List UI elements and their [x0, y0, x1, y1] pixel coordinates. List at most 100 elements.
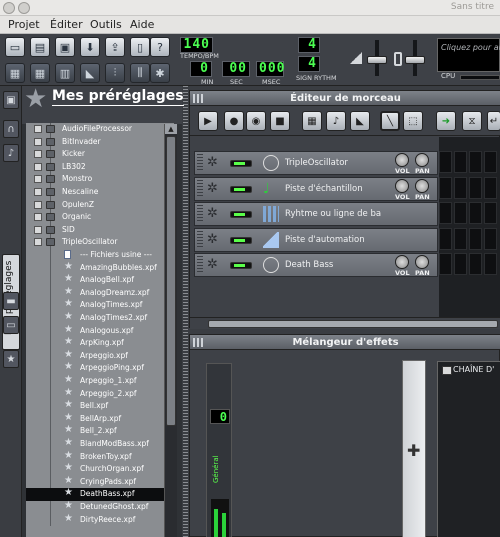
preset-file-item[interactable]: ★ DirtyReece.xpf [26, 513, 174, 527]
folder-item[interactable]: Nescaline [26, 186, 174, 199]
save-project-icon[interactable]: ⬇ [80, 37, 100, 57]
mixer-icon[interactable]: ⫶ [105, 63, 125, 83]
preset-file-item[interactable]: ★ BellArp.xpf [26, 412, 174, 426]
volume-knob[interactable] [395, 153, 409, 167]
controller-rack-icon[interactable]: ⫼ [130, 63, 150, 83]
track-row[interactable]: ✲ Ryhtme ou ligne de ba [194, 202, 438, 226]
home-folder-icon[interactable]: ▬ [3, 292, 19, 310]
preset-file-item[interactable]: ★ CryingPads.xpf [26, 475, 174, 489]
help-icon[interactable]: ? [150, 37, 170, 57]
pattern-cell[interactable] [439, 253, 452, 275]
preset-file-item[interactable]: ★ Arpeggio.xpf [26, 349, 174, 363]
menu-outils[interactable]: Outils [90, 18, 122, 31]
track-name[interactable]: TripleOscillator [285, 158, 348, 168]
preset-file-item[interactable]: ★ BlandModBass.xpf [26, 437, 174, 451]
pattern-cell[interactable] [469, 176, 482, 199]
track-name[interactable]: Death Bass [285, 260, 333, 270]
pattern-cell[interactable] [469, 202, 482, 224]
mute-led[interactable] [230, 236, 252, 244]
menu-projet[interactable]: Projet [8, 18, 40, 31]
folder-item[interactable]: OpulenZ [26, 199, 174, 212]
pattern-cell[interactable] [469, 151, 482, 173]
folder-checkbox[interactable] [34, 238, 42, 247]
pattern-cell[interactable] [484, 151, 497, 173]
headphones-icon[interactable]: ∩ [3, 120, 19, 138]
track-name[interactable]: Piste d'automation [285, 235, 365, 245]
folder-checkbox[interactable] [34, 137, 42, 146]
preset-file-item[interactable]: ★ Arpeggio_1.xpf [26, 374, 174, 388]
loop-points-icon[interactable]: ⧖ [462, 111, 482, 131]
presets-scroll-thumb[interactable] [166, 136, 176, 426]
add-channel-button[interactable]: ✚ [402, 360, 426, 537]
pattern-cell[interactable] [484, 202, 497, 224]
note-icon[interactable]: ♪ [3, 144, 19, 162]
master-pitch-slider[interactable] [405, 56, 425, 64]
signature-top-lcd[interactable]: 4 [298, 37, 320, 53]
folder-item[interactable]: SID [26, 224, 174, 237]
pattern-cell[interactable] [439, 151, 452, 173]
preset-file-item[interactable]: ★ Arpeggio_2.xpf [26, 387, 174, 401]
track-name[interactable]: Piste d'échantillon [285, 184, 363, 194]
track-row[interactable]: ✲ Death Bass VOL PAN [194, 253, 438, 277]
preset-file-item[interactable]: ★ AmazingBubbles.xpf [26, 261, 174, 275]
preset-file-item[interactable]: ★ AnalogTimes.xpf [26, 298, 174, 312]
stop-behaviour-icon[interactable]: ↵ [487, 111, 500, 131]
project-notes-icon[interactable]: ✱ [150, 63, 170, 83]
scroll-up-icon[interactable]: ▲ [165, 124, 177, 134]
computer-icon[interactable]: ▭ [3, 316, 19, 334]
gear-icon[interactable]: ✲ [207, 257, 218, 272]
preset-file-item[interactable]: ★ BrokenToy.xpf [26, 450, 174, 464]
master-volume-slider[interactable] [367, 56, 387, 64]
track-row[interactable]: ✲ Piste d'automation [194, 227, 438, 252]
preset-file-item[interactable]: ★ Analogous.xpf [26, 324, 174, 338]
menu-editer[interactable]: Éditer [50, 18, 83, 31]
preset-file-item[interactable]: ★ DeathBass.xpf [26, 487, 174, 501]
gear-icon[interactable]: ✲ [207, 206, 218, 221]
pan-knob[interactable] [415, 153, 429, 167]
presets-scrollbar[interactable]: ▲ [164, 124, 177, 537]
folder-item[interactable]: Organic [26, 211, 174, 224]
play-icon[interactable]: ▶ [198, 111, 218, 131]
gear-icon[interactable]: ✲ [207, 232, 218, 247]
pattern-cell[interactable] [439, 227, 452, 250]
whats-this-icon[interactable]: ▯ [130, 37, 150, 57]
volume-knob[interactable] [395, 178, 409, 193]
preset-file-item[interactable]: ★ ArpeggioPing.xpf [26, 361, 174, 375]
folder-checkbox[interactable] [34, 188, 42, 196]
preset-file-item[interactable]: ★ AnalogTimes2.xpf [26, 311, 174, 325]
track-grip-icon[interactable] [197, 154, 203, 172]
pan-knob[interactable] [415, 178, 429, 193]
gear-icon[interactable]: ✲ [207, 155, 218, 170]
mute-led[interactable] [230, 211, 252, 218]
folder-item[interactable]: TripleOscillator [26, 236, 174, 249]
folder-checkbox[interactable] [34, 213, 42, 222]
folder-item[interactable]: AudioFileProcessor [26, 123, 174, 136]
automation-editor-icon[interactable]: ◣ [80, 63, 100, 83]
window-button[interactable] [18, 2, 30, 14]
splitter-handle[interactable] [183, 86, 188, 537]
folder-checkbox[interactable] [34, 162, 42, 171]
preset-file-item[interactable]: ★ ArpKing.xpf [26, 336, 174, 350]
star-icon[interactable]: ★ [3, 350, 19, 368]
pattern-cell[interactable] [454, 176, 467, 199]
folder-item[interactable]: BitInvader [26, 136, 174, 149]
tempo-lcd[interactable]: 140 [180, 37, 213, 53]
mute-led[interactable] [230, 262, 252, 269]
pattern-cell[interactable] [454, 253, 467, 275]
fx-mixer-titlebar[interactable]: Mélangeur d'effets [190, 335, 500, 350]
signature-bottom-lcd[interactable]: 4 [298, 56, 320, 72]
track-grip-icon[interactable] [197, 256, 203, 274]
new-from-template-icon[interactable]: ▤ [30, 37, 50, 57]
pattern-cell[interactable] [439, 176, 452, 199]
pattern-cell[interactable] [439, 202, 452, 224]
folder-checkbox[interactable] [34, 175, 42, 184]
pattern-grid[interactable] [439, 137, 500, 328]
preset-file-item[interactable]: ★ AnalogDreamz.xpf [26, 286, 174, 300]
horizontal-scroll-thumb[interactable] [208, 320, 498, 328]
record-play-icon[interactable]: ◉ [246, 111, 266, 131]
track-grip-icon[interactable] [197, 205, 203, 223]
folder-checkbox[interactable] [34, 125, 42, 133]
preset-file-item[interactable]: ★ Bell.xpf [26, 399, 174, 413]
preset-file-item[interactable]: ★ Bell_2.xpf [26, 424, 174, 438]
instrument-plugins-icon[interactable]: ▣ [3, 91, 19, 109]
